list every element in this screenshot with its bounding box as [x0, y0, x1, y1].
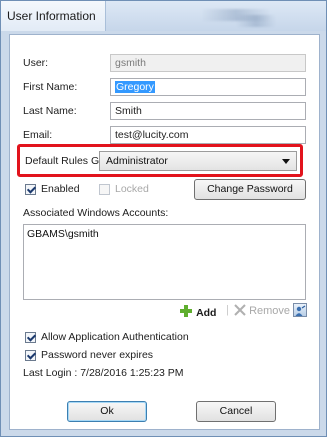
first-name-selected-text: Gregory	[115, 81, 155, 93]
default-rules-group-dropdown[interactable]: Administrator	[99, 151, 297, 171]
user-browse-icon	[295, 305, 306, 316]
change-password-button[interactable]: Change Password	[194, 179, 306, 200]
title-tab: User Information	[1, 1, 106, 31]
user-information-window: User Information User: gsmith First Name…	[0, 0, 327, 437]
last-name-field[interactable]: Smith	[110, 102, 306, 120]
add-label: Add	[196, 307, 217, 319]
separator: |	[226, 304, 229, 316]
default-rules-group-value: Administrator	[106, 155, 168, 167]
add-account-button[interactable]: Add	[179, 304, 216, 319]
title-bar[interactable]: User Information	[1, 1, 326, 31]
enabled-checkbox[interactable]	[25, 184, 36, 195]
plus-icon	[180, 305, 192, 317]
allow-app-auth-checkbox[interactable]	[25, 332, 36, 343]
chevron-down-icon	[282, 159, 290, 164]
password-never-expires-label: Password never expires	[41, 349, 154, 361]
locked-label: Locked	[115, 183, 149, 195]
enabled-label: Enabled	[41, 183, 80, 195]
user-field: gsmith	[110, 54, 306, 72]
remove-label: Remove	[249, 305, 291, 317]
last-login-text: Last Login : 7/28/2016 1:25:23 PM	[23, 367, 184, 379]
remove-x-icon	[234, 304, 246, 316]
list-item[interactable]: GBAMS\gsmith	[27, 228, 305, 240]
first-name-field[interactable]: Gregory	[110, 78, 306, 96]
password-never-expires-checkbox[interactable]	[25, 350, 36, 361]
user-label: User:	[23, 57, 49, 69]
remove-account-button: Remove	[234, 304, 290, 317]
background-title-blur-2	[236, 15, 276, 27]
locked-checkbox	[99, 184, 110, 195]
browse-accounts-icon[interactable]	[293, 303, 307, 317]
last-name-label: Last Name:	[23, 105, 77, 117]
windows-accounts-list[interactable]: GBAMS\gsmith	[23, 224, 306, 300]
window-title: User Information	[7, 9, 96, 23]
cancel-button[interactable]: Cancel	[196, 401, 276, 422]
associated-windows-accounts-label: Associated Windows Accounts:	[23, 207, 169, 219]
allow-app-auth-label: Allow Application Authentication	[41, 331, 189, 343]
email-label: Email:	[23, 129, 53, 141]
first-name-label: First Name:	[23, 81, 78, 93]
ok-button[interactable]: Ok	[67, 401, 147, 422]
email-field[interactable]: test@lucity.com	[110, 126, 306, 144]
